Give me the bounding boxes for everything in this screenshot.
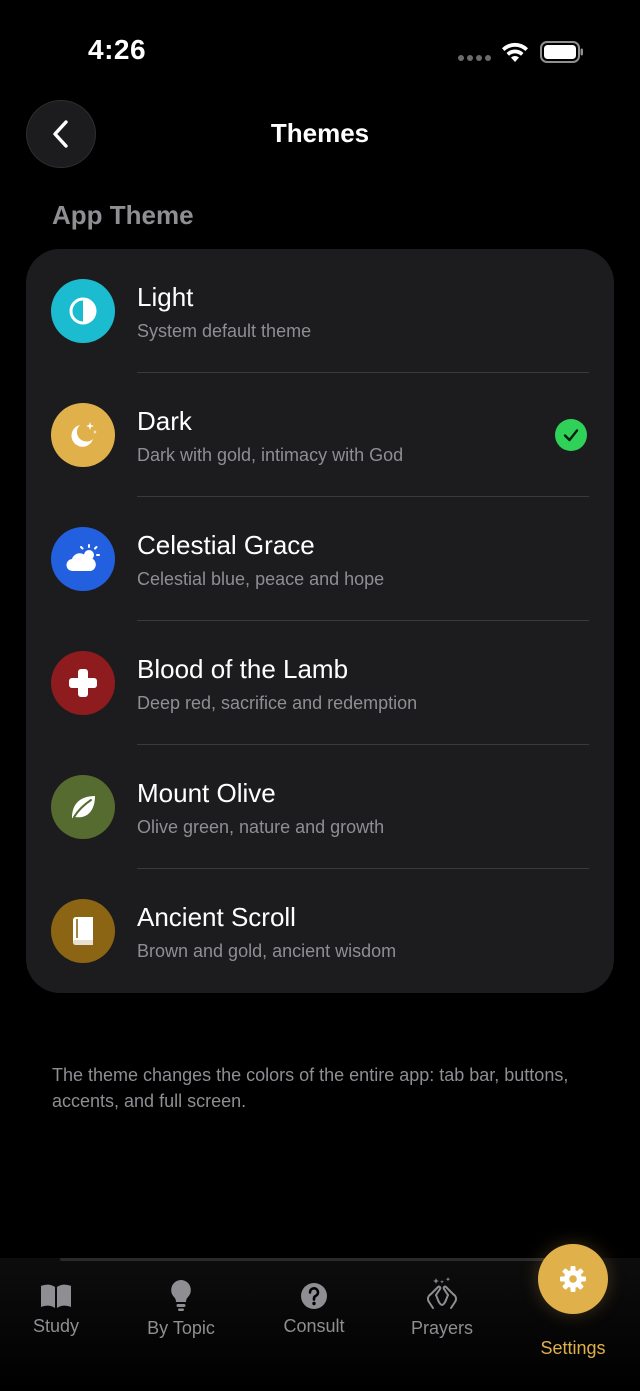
sun-cloud-icon bbox=[66, 544, 100, 572]
themes-screen: 4:26 Themes App Theme Light System defau… bbox=[0, 0, 640, 1391]
tab-label: Settings bbox=[540, 1338, 606, 1358]
wifi-icon bbox=[502, 42, 528, 62]
tab-prayers[interactable]: Prayers bbox=[404, 1276, 480, 1339]
settings-tab-bubble bbox=[538, 1244, 608, 1314]
cross-icon bbox=[69, 669, 97, 697]
moon-stars-icon bbox=[71, 422, 97, 447]
leaf-icon bbox=[72, 796, 95, 818]
theme-swatch bbox=[51, 403, 115, 467]
theme-description: Deep red, sacrifice and redemption bbox=[137, 693, 418, 713]
theme-list: Light System default theme Dark Dark wit… bbox=[26, 249, 614, 993]
theme-swatch bbox=[51, 279, 115, 343]
status-bar: 4:26 bbox=[0, 0, 640, 100]
tab-consult[interactable]: Consult bbox=[276, 1282, 352, 1337]
theme-footnote: The theme changes the colors of the enti… bbox=[52, 1065, 569, 1111]
theme-swatch bbox=[51, 651, 115, 715]
theme-swatch bbox=[51, 527, 115, 591]
theme-name: Blood of the Lamb bbox=[137, 654, 349, 684]
theme-option-ancient-scroll[interactable]: Ancient Scroll Brown and gold, ancient w… bbox=[26, 869, 614, 993]
book-open-icon bbox=[41, 1284, 71, 1308]
theme-description: System default theme bbox=[137, 321, 312, 341]
theme-name: Mount Olive bbox=[137, 778, 276, 808]
theme-description: Dark with gold, intimacy with God bbox=[137, 445, 404, 465]
tab-settings[interactable]: Settings bbox=[530, 1244, 616, 1359]
theme-swatch bbox=[51, 775, 115, 839]
half-circle-icon bbox=[69, 297, 97, 325]
theme-name: Ancient Scroll bbox=[137, 902, 296, 932]
book-icon bbox=[73, 917, 93, 946]
tab-by-topic[interactable]: By Topic bbox=[140, 1278, 222, 1339]
tab-label: By Topic bbox=[147, 1318, 215, 1338]
tab-bar-edge bbox=[60, 1258, 560, 1261]
tab-label: Consult bbox=[283, 1316, 345, 1336]
question-circle-icon bbox=[301, 1283, 327, 1309]
theme-name: Celestial Grace bbox=[137, 530, 315, 560]
battery-icon bbox=[540, 41, 583, 63]
gear-icon bbox=[560, 1266, 586, 1292]
theme-description: Celestial blue, peace and hope bbox=[137, 569, 385, 589]
theme-option-blood-of-the-lamb[interactable]: Blood of the Lamb Deep red, sacrifice an… bbox=[26, 621, 614, 745]
theme-option-dark[interactable]: Dark Dark with gold, intimacy with God bbox=[26, 373, 614, 497]
page-title: Themes bbox=[270, 118, 370, 148]
selected-check-icon bbox=[555, 419, 587, 451]
theme-description: Olive green, nature and growth bbox=[137, 817, 385, 837]
theme-option-light[interactable]: Light System default theme bbox=[26, 249, 614, 373]
theme-swatch bbox=[51, 899, 115, 963]
theme-name: Light bbox=[137, 282, 194, 312]
theme-name: Dark bbox=[137, 406, 192, 436]
praying-hands-icon bbox=[426, 1277, 458, 1309]
status-time: 4:26 bbox=[88, 34, 147, 65]
theme-description: Brown and gold, ancient wisdom bbox=[137, 941, 397, 961]
signal-dots-icon bbox=[458, 55, 492, 61]
tab-label: Study bbox=[32, 1316, 80, 1336]
theme-option-celestial-grace[interactable]: Celestial Grace Celestial blue, peace an… bbox=[26, 497, 614, 621]
tab-study[interactable]: Study bbox=[22, 1282, 90, 1337]
lightbulb-icon bbox=[171, 1280, 191, 1311]
section-label: App Theme bbox=[52, 200, 194, 230]
tab-label: Prayers bbox=[410, 1318, 473, 1338]
theme-option-mount-olive[interactable]: Mount Olive Olive green, nature and grow… bbox=[26, 745, 614, 869]
